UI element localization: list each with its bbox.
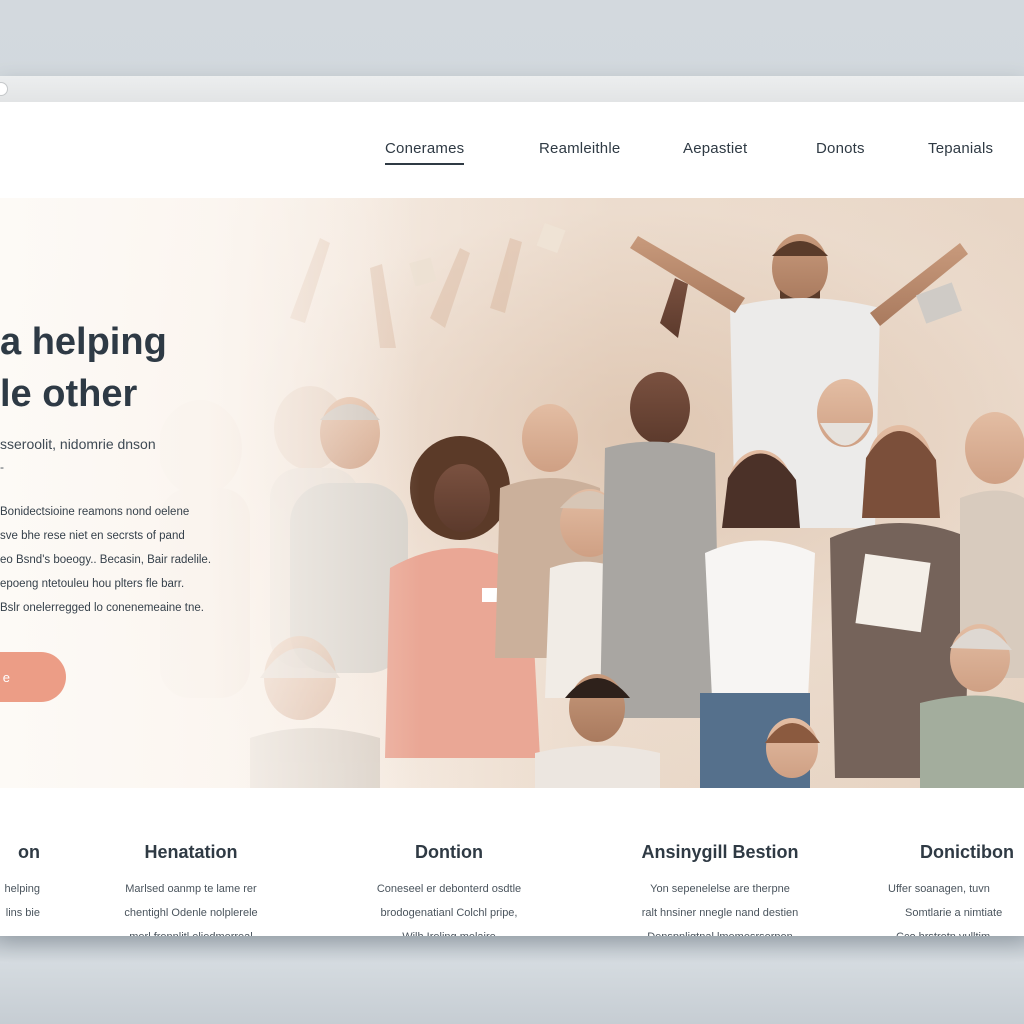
- feature-text: Denspnligtnal lmemesrserpen: [600, 925, 840, 936]
- feature-card[interactable]: Donictibon Uffer soanagen, tuvn Somtlari…: [880, 842, 1024, 936]
- top-navigation: Conerames Reamleithle Aepastiet Donots T…: [0, 102, 1024, 198]
- hero-cta-button[interactable]: e: [0, 652, 66, 702]
- feature-card[interactable]: Ansinygill Bestion Yon sepenelelse are t…: [600, 842, 840, 936]
- hero-body-line: Bslr onelerregged lo conenemeaine tne.: [0, 602, 204, 614]
- feature-text: Wilh Ireling melaire: [329, 925, 569, 936]
- feature-text: chentighl Odenle nolplerele: [124, 907, 258, 919]
- hero-title: a helping le other: [0, 316, 167, 420]
- hero-body-line: epoeng ntetouleu hou plters fle barr.: [0, 578, 185, 590]
- feature-text: Somtlarie a nimtiate: [905, 907, 1003, 919]
- hero-body-line: eo Bsnd's boeogy.. Becasin, Bair radelil…: [0, 554, 212, 566]
- window-control-icon[interactable]: [0, 82, 8, 96]
- feature-card[interactable]: on helping lins bie: [0, 842, 40, 925]
- feature-title: Henatation: [144, 842, 238, 862]
- hero-body-line: sve bhe rese niet en secrsts of pand: [0, 530, 185, 542]
- feature-title: on: [18, 842, 40, 862]
- browser-toolbar: [0, 76, 1024, 103]
- feature-title: Dontion: [415, 842, 483, 862]
- browser-window: Conerames Reamleithle Aepastiet Donots T…: [0, 76, 1024, 936]
- feature-text: Marlsed oanmp te lame rer: [125, 883, 257, 895]
- nav-item-aepastiet[interactable]: Aepastiet: [683, 140, 747, 157]
- desk-background: [0, 936, 1024, 1024]
- hero-divider: -: [0, 460, 4, 474]
- feature-text: merl frennlitl eliedmerreal: [71, 925, 311, 936]
- hero-title-line2: le other: [0, 373, 138, 415]
- hero-text-backdrop: [0, 198, 420, 788]
- hero-section: a helping le other sseroolit, nidomrie d…: [0, 198, 1024, 788]
- feature-text: brodogenatianl Colchl pripe,: [380, 907, 518, 919]
- nav-item-conerames[interactable]: Conerames: [385, 140, 465, 165]
- hero-title-line1: a helping: [0, 321, 167, 363]
- feature-text: Uffer soanagen, tuvn: [888, 883, 990, 895]
- hero-body-text: Bonidectsioine reamons nond oelene sve b…: [0, 500, 270, 620]
- feature-card[interactable]: Dontion Coneseel er debonterd osdtle bro…: [329, 842, 569, 936]
- feature-text: Yon sepenelelse are therpne: [650, 883, 790, 895]
- nav-item-tepanials[interactable]: Tepanials: [928, 140, 993, 157]
- feature-title: Ansinygill Bestion: [641, 842, 799, 862]
- feature-text: helping: [4, 883, 40, 895]
- feature-title: Donictibon: [920, 842, 1014, 862]
- feature-text: Cco hrstretn vulltim: [880, 925, 1024, 936]
- nav-item-reamleithle[interactable]: Reamleithle: [539, 140, 620, 157]
- feature-text: Coneseel er debonterd osdtle: [376, 883, 522, 895]
- nav-item-donots[interactable]: Donots: [816, 140, 865, 157]
- hero-subtitle: sseroolit, nidomrie dnson: [0, 436, 156, 452]
- features-row: on helping lins bie Henatation Marlsed o…: [0, 788, 1024, 936]
- hero-body-line: Bonidectsioine reamons nond oelene: [0, 506, 190, 518]
- feature-card[interactable]: Henatation Marlsed oanmp te lame rer che…: [71, 842, 311, 936]
- feature-text: lins bie: [5, 907, 40, 919]
- feature-text: ralt hnsiner nnegle nand destien: [641, 907, 799, 919]
